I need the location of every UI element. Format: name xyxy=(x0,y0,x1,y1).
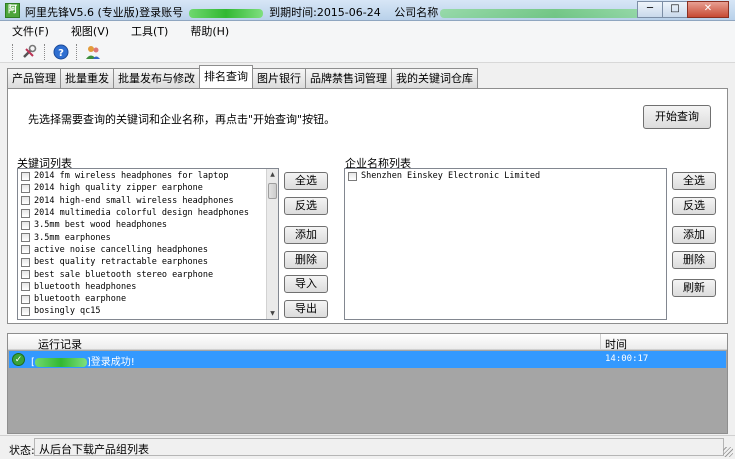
list-item[interactable]: 2014 fm wireless headphones for laptop xyxy=(18,170,278,182)
log-header: 运行记录 时间 xyxy=(8,334,727,352)
run-log: 运行记录 时间 ✓ []登录成功! 14:00:17 xyxy=(7,333,728,434)
list-item[interactable]: 3.5mm earphones xyxy=(18,231,278,243)
tab-batch-publish-edit[interactable]: 批量发布与修改 xyxy=(113,68,200,88)
list-item[interactable]: Shenzhen Einskey Electronic Limited xyxy=(345,170,666,182)
company-select-all-button[interactable]: 全选 xyxy=(672,172,716,190)
keyword-checkbox[interactable] xyxy=(21,306,30,316)
tab-product-management[interactable]: 产品管理 xyxy=(7,68,61,88)
list-item[interactable]: 2014 high quality zipper earphone xyxy=(18,182,278,194)
svg-text:?: ? xyxy=(58,48,64,59)
start-query-button[interactable]: 开始查询 xyxy=(643,105,711,129)
list-item[interactable]: bosingly qc15 xyxy=(18,305,278,317)
log-time: 14:00:17 xyxy=(605,354,649,364)
ranking-query-panel: 先选择需要查询的关键词和企业名称，再点击"开始查询"按钮。 开始查询 关键词列表… xyxy=(7,88,728,324)
table-row[interactable]: ✓ []登录成功! 14:00:17 xyxy=(9,351,726,368)
status-bar: 状态: 从后台下载产品组列表 xyxy=(0,435,735,459)
tools-icon[interactable] xyxy=(21,44,37,60)
list-item[interactable]: active noise cancelling headphones xyxy=(18,244,278,256)
tab-brand-banned-words[interactable]: 品牌禁售词管理 xyxy=(305,68,392,88)
window-title: 阿里先锋V5.6 (专业版)登录账号 到期时间:2015-06-24 公司名称 xyxy=(25,4,671,20)
list-item[interactable]: 2014 multimedia colorful design headphon… xyxy=(18,207,278,219)
log-column-record[interactable]: 运行记录 xyxy=(38,336,82,352)
scroll-down-arrow-icon[interactable]: ▼ xyxy=(267,308,278,319)
keyword-export-button[interactable]: 导出 xyxy=(284,300,328,318)
instruction-text: 先选择需要查询的关键词和企业名称，再点击"开始查询"按钮。 xyxy=(28,113,336,126)
title-expire-date: 到期时间:2015-06-24 xyxy=(269,6,381,19)
keyword-checkbox[interactable] xyxy=(21,282,30,292)
keyword-checkbox[interactable] xyxy=(21,294,30,304)
redacted-account xyxy=(34,357,87,367)
tab-keyword-warehouse[interactable]: 我的关键词仓库 xyxy=(391,68,478,88)
list-item[interactable]: bluetooth earphone xyxy=(18,293,278,305)
scroll-up-arrow-icon[interactable]: ▲ xyxy=(267,169,278,180)
list-item[interactable]: best quality retractable earphones xyxy=(18,256,278,268)
keyword-checkbox[interactable] xyxy=(21,220,30,230)
keyword-checkbox[interactable] xyxy=(21,245,30,255)
list-item[interactable]: bluetooth headphones xyxy=(18,281,278,293)
app-logo-icon: 阿 xyxy=(5,3,20,18)
title-account-label: 阿里先锋V5.6 (专业版)登录账号 xyxy=(25,6,184,19)
menu-bar: 文件(F) 视图(V) 工具(T) 帮助(H) xyxy=(0,21,735,41)
company-checkbox[interactable] xyxy=(348,171,357,181)
keyword-checkbox[interactable] xyxy=(21,208,30,218)
redacted-company xyxy=(440,8,671,18)
menu-help[interactable]: 帮助(H) xyxy=(190,23,229,39)
resize-grip-icon[interactable] xyxy=(723,447,733,457)
keyword-list-scrollbar[interactable]: ▲ ▼ xyxy=(266,169,278,319)
menu-file[interactable]: 文件(F) xyxy=(12,23,49,39)
menu-tools[interactable]: 工具(T) xyxy=(131,23,168,39)
toolbar-grip xyxy=(12,43,14,60)
toolbar-separator xyxy=(76,43,78,60)
tab-ranking-query[interactable]: 排名查询 xyxy=(199,65,253,88)
keyword-checkbox[interactable] xyxy=(21,171,30,181)
keyword-checkbox[interactable] xyxy=(21,270,30,280)
keyword-checkbox[interactable] xyxy=(21,196,30,206)
keyword-checkbox[interactable] xyxy=(21,233,30,243)
maximize-button[interactable]: □ xyxy=(662,1,688,18)
status-text: 从后台下载产品组列表 xyxy=(34,438,724,456)
keyword-import-button[interactable]: 导入 xyxy=(284,275,328,293)
check-icon: ✓ xyxy=(12,353,25,366)
help-icon[interactable]: ? xyxy=(53,44,69,60)
toolbar-separator xyxy=(44,43,46,60)
tab-image-bank[interactable]: 图片银行 xyxy=(252,68,306,88)
status-label: 状态: xyxy=(9,444,35,457)
scroll-thumb[interactable] xyxy=(268,183,277,199)
list-item[interactable]: 3.5mm best wood headphones xyxy=(18,219,278,231)
keyword-checkbox[interactable] xyxy=(21,183,30,193)
redacted-account xyxy=(189,8,264,18)
company-delete-button[interactable]: 删除 xyxy=(672,251,716,269)
keyword-invert-button[interactable]: 反选 xyxy=(284,197,328,215)
users-icon[interactable] xyxy=(85,44,101,60)
menu-view[interactable]: 视图(V) xyxy=(71,23,109,39)
minimize-button[interactable]: ─ xyxy=(637,1,663,18)
column-divider[interactable] xyxy=(600,334,601,350)
keyword-select-all-button[interactable]: 全选 xyxy=(284,172,328,190)
company-invert-button[interactable]: 反选 xyxy=(672,197,716,215)
keyword-delete-button[interactable]: 删除 xyxy=(284,251,328,269)
tab-batch-republish[interactable]: 批量重发 xyxy=(60,68,114,88)
close-button[interactable]: ✕ xyxy=(687,1,729,18)
company-add-button[interactable]: 添加 xyxy=(672,226,716,244)
keyword-add-button[interactable]: 添加 xyxy=(284,226,328,244)
toolbar: ? xyxy=(0,41,735,63)
title-bar: 阿 阿里先锋V5.6 (专业版)登录账号 到期时间:2015-06-24 公司名称… xyxy=(0,0,735,21)
main-tabs: 产品管理 批量重发 批量发布与修改 排名查询 图片银行 品牌禁售词管理 我的关键… xyxy=(7,65,478,88)
title-company-label: 公司名称 xyxy=(394,6,439,19)
keyword-checkbox[interactable] xyxy=(21,257,30,267)
list-item[interactable]: best sale bluetooth stereo earphone xyxy=(18,268,278,280)
log-message: []登录成功! xyxy=(31,357,135,368)
list-item[interactable]: 2014 high-end small wireless headphones xyxy=(18,195,278,207)
company-listbox[interactable]: Shenzhen Einskey Electronic Limited xyxy=(344,168,667,320)
window-controls: ─ □ ✕ xyxy=(637,1,729,19)
log-column-time[interactable]: 时间 xyxy=(605,336,627,352)
company-refresh-button[interactable]: 刷新 xyxy=(672,279,716,297)
keyword-listbox[interactable]: 2014 fm wireless headphones for laptop 2… xyxy=(17,168,279,320)
